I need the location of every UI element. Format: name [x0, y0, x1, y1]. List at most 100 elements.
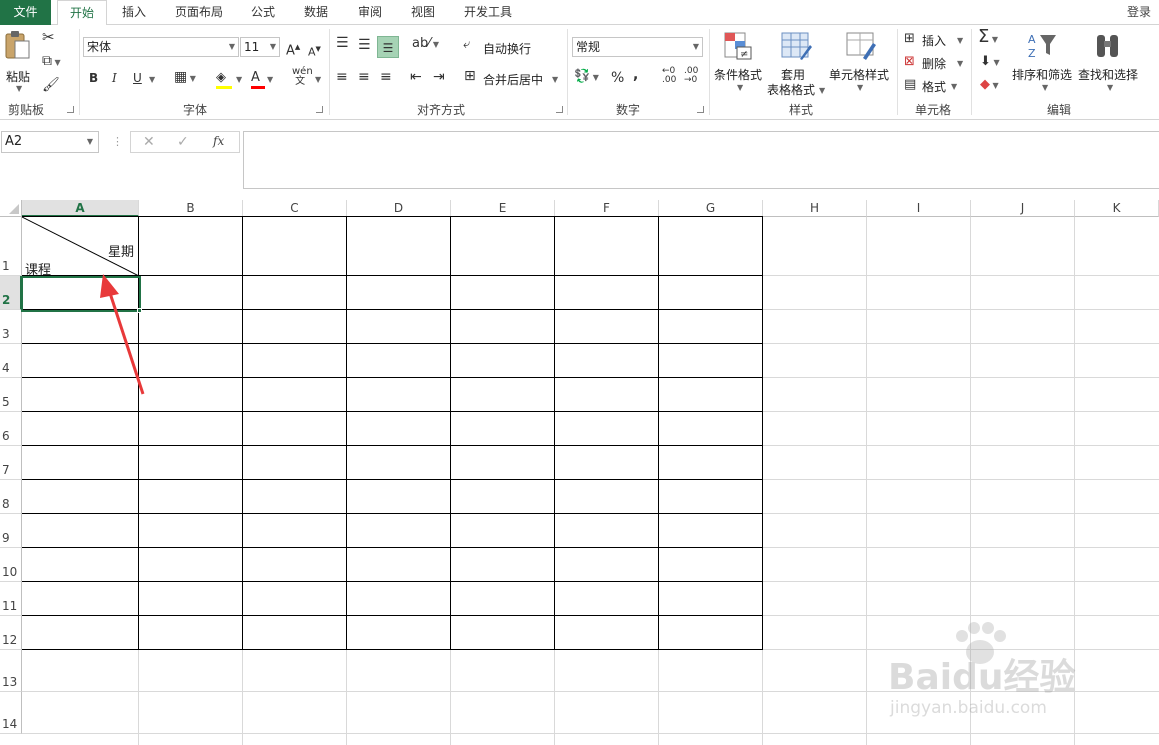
row-header-1[interactable]: 1: [0, 217, 22, 276]
row-header-9[interactable]: 9: [0, 514, 22, 548]
bold-button[interactable]: B: [89, 70, 98, 86]
font-color-dropdown-icon[interactable]: ▼: [267, 75, 273, 84]
percent-button[interactable]: %: [611, 70, 624, 86]
cancel-icon[interactable]: ✕: [143, 134, 155, 150]
tab-data[interactable]: 数据: [296, 0, 336, 25]
chevron-down-icon[interactable]: ▼: [951, 82, 957, 91]
column-header-C[interactable]: C: [243, 200, 347, 217]
column-header-K[interactable]: K: [1075, 200, 1159, 217]
font-color-icon[interactable]: A: [251, 69, 265, 89]
grow-font-icon[interactable]: A▲: [286, 39, 300, 59]
align-right-icon[interactable]: ≡: [380, 69, 392, 85]
tab-developer[interactable]: 开发工具: [457, 0, 519, 25]
merge-center-button[interactable]: 合并后居中: [483, 71, 543, 88]
row-header-3[interactable]: 3: [0, 310, 22, 344]
align-top-icon[interactable]: ☰: [336, 35, 349, 51]
row-header-10[interactable]: 10: [0, 548, 22, 582]
column-header-I[interactable]: I: [867, 200, 971, 217]
row-header-4[interactable]: 4: [0, 344, 22, 378]
copy-icon[interactable]: ⧉ ▼: [42, 53, 61, 71]
comma-button[interactable]: ,: [633, 67, 638, 83]
shrink-font-icon[interactable]: A▼: [308, 41, 321, 61]
font-name-select[interactable]: 宋体 ▼: [83, 37, 239, 57]
row-header-8[interactable]: 8: [0, 480, 22, 514]
conditional-format-button[interactable]: ≠ 条件格式 ▼: [712, 29, 764, 97]
format-cells-button[interactable]: 格式: [922, 78, 946, 95]
format-painter-icon[interactable]: 🖌: [42, 77, 60, 93]
fill-down-icon[interactable]: ⬇ ▼: [980, 54, 1000, 71]
column-header-D[interactable]: D: [347, 200, 451, 217]
chevron-down-icon[interactable]: ▼: [957, 59, 963, 68]
row-header-5[interactable]: 5: [0, 378, 22, 412]
sort-filter-button[interactable]: A Z 排序和筛选 ▼: [1012, 29, 1076, 97]
tab-home[interactable]: 开始: [57, 0, 107, 26]
row-header-13[interactable]: 13: [0, 650, 22, 692]
column-header-E[interactable]: E: [451, 200, 555, 217]
border-icon[interactable]: ▦ ▼: [174, 69, 196, 87]
row-header-14[interactable]: 14: [0, 692, 22, 734]
cell-styles-button[interactable]: 单元格样式 ▼: [827, 29, 891, 97]
phonetic-dropdown-icon[interactable]: ▼: [315, 75, 321, 84]
insert-cells-button[interactable]: 插入: [922, 32, 946, 49]
italic-button[interactable]: I: [112, 70, 117, 86]
find-select-button[interactable]: 查找和选择 ▼: [1077, 29, 1141, 97]
row-header-11[interactable]: 11: [0, 582, 22, 616]
merge-center-icon[interactable]: ⊞: [464, 68, 476, 84]
number-format-select[interactable]: 常规 ▼: [572, 37, 703, 57]
name-box[interactable]: A2 ▼: [1, 131, 99, 153]
tab-page-layout[interactable]: 页面布局: [166, 0, 232, 25]
chevron-down-icon[interactable]: ▼: [957, 36, 963, 45]
login-link[interactable]: 登录: [1127, 0, 1151, 24]
wrap-text-icon[interactable]: ⤶: [463, 37, 470, 53]
row-header-6[interactable]: 6: [0, 412, 22, 446]
orientation-icon[interactable]: ab⁄ ▼: [412, 36, 439, 53]
align-bottom-icon[interactable]: ☰: [377, 36, 399, 58]
tab-file[interactable]: 文件: [0, 0, 51, 25]
autosum-icon[interactable]: Σ ▼: [978, 27, 998, 50]
merge-dropdown-icon[interactable]: ▼: [552, 75, 558, 84]
increase-decimal-icon[interactable]: ←0.00: [662, 67, 676, 85]
row-header-12[interactable]: 12: [0, 616, 22, 650]
font-launcher-icon[interactable]: [316, 106, 323, 113]
column-header-H[interactable]: H: [763, 200, 867, 217]
tab-review[interactable]: 审阅: [350, 0, 390, 25]
font-size-select[interactable]: 11 ▼: [240, 37, 280, 57]
column-header-B[interactable]: B: [139, 200, 243, 217]
align-left-icon[interactable]: ≡: [336, 69, 348, 85]
enter-icon[interactable]: ✓: [177, 134, 189, 150]
decrease-decimal-icon[interactable]: .00 →0: [684, 67, 698, 85]
insert-cells-icon[interactable]: ⊞: [904, 31, 915, 47]
cell-A1[interactable]: 星期 课程: [22, 217, 139, 278]
column-header-J[interactable]: J: [971, 200, 1075, 217]
increase-indent-icon[interactable]: ⇥: [433, 69, 445, 85]
alignment-launcher-icon[interactable]: [556, 106, 563, 113]
fill-color-icon[interactable]: ◈: [216, 69, 232, 89]
tab-insert[interactable]: 插入: [112, 0, 156, 25]
wrap-text-button[interactable]: 自动换行: [483, 40, 531, 57]
phonetic-icon[interactable]: wén 文: [292, 67, 313, 87]
row-header-7[interactable]: 7: [0, 446, 22, 480]
column-header-A[interactable]: A: [22, 200, 139, 217]
align-middle-icon[interactable]: ☰: [358, 37, 371, 53]
insert-function-icon[interactable]: fx: [213, 134, 224, 148]
column-header-F[interactable]: F: [555, 200, 659, 217]
row-header-2[interactable]: 2: [0, 276, 22, 310]
tab-view[interactable]: 视图: [403, 0, 443, 25]
delete-cells-icon[interactable]: ⊠: [904, 54, 915, 70]
fill-dropdown-icon[interactable]: ▼: [236, 75, 242, 84]
column-header-G[interactable]: G: [659, 200, 763, 217]
format-cells-icon[interactable]: ▤: [904, 77, 916, 93]
decrease-indent-icon[interactable]: ⇤: [410, 69, 422, 85]
align-center-icon[interactable]: ≡: [358, 69, 370, 85]
tab-formulas[interactable]: 公式: [243, 0, 283, 25]
formula-input[interactable]: [243, 131, 1159, 189]
currency-icon[interactable]: 💱 ▼: [574, 69, 599, 86]
paste-button[interactable]: 粘贴 ▼: [4, 30, 34, 94]
format-as-table-button[interactable]: 套用 表格格式 ▼: [765, 29, 825, 97]
underline-dropdown-icon[interactable]: ▼: [149, 75, 155, 84]
clipboard-launcher-icon[interactable]: [67, 106, 74, 113]
cut-icon[interactable]: ✂: [42, 29, 55, 45]
underline-button[interactable]: U: [133, 70, 142, 86]
delete-cells-button[interactable]: 删除: [922, 55, 946, 72]
clear-icon[interactable]: ◆ ▼: [980, 77, 999, 94]
